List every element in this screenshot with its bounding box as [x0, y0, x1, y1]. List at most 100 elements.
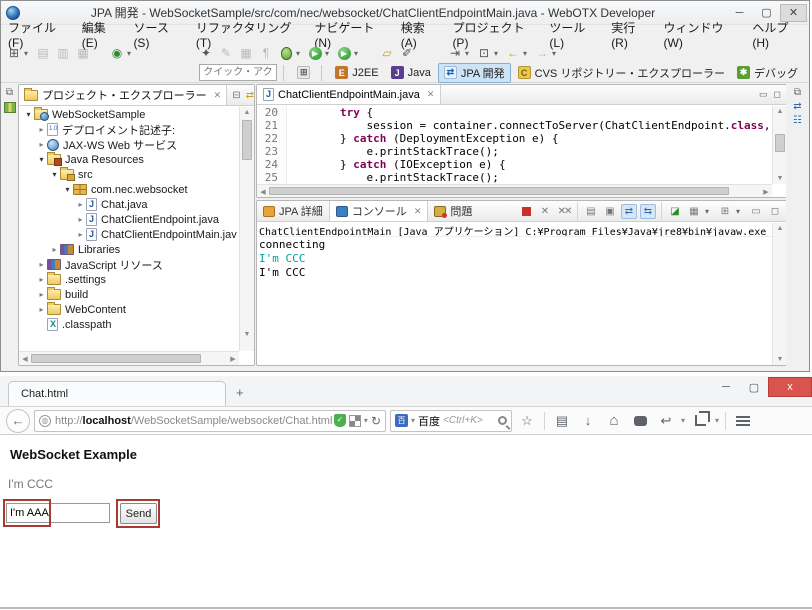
perspective-J2EE[interactable]: EJ2EE: [330, 65, 383, 80]
security-shield-icon[interactable]: ✓: [334, 414, 346, 427]
screenshot-crop-icon[interactable]: [689, 410, 711, 432]
forward-history-icon[interactable]: →: [533, 45, 551, 62]
browser-maximize-button[interactable]: ▢: [740, 377, 768, 397]
clear-console-icon[interactable]: ▤: [583, 204, 599, 219]
console-tab-問題[interactable]: 問題: [428, 201, 478, 221]
tree-twistie-icon[interactable]: ▸: [36, 125, 47, 134]
close-console-tab-icon[interactable]: ✕: [414, 206, 422, 217]
run-launch-icon[interactable]: ▶: [306, 45, 324, 62]
tree-twistie-icon[interactable]: ▾: [49, 170, 60, 179]
open-folder-icon[interactable]: ▱: [378, 45, 396, 62]
open-perspective-button[interactable]: ⊞: [292, 65, 315, 80]
tree-twistie-icon[interactable]: ▾: [23, 110, 34, 119]
chat-message-input[interactable]: [6, 503, 110, 523]
menu-hamburger-icon[interactable]: [732, 410, 754, 432]
save-all-icon[interactable]: ▥: [54, 45, 72, 62]
tree-item[interactable]: ▸.settings: [19, 272, 239, 287]
downloads-icon[interactable]: ↓: [577, 410, 599, 432]
qr-code-icon[interactable]: [349, 415, 361, 427]
new-wizard-caret[interactable]: ▾: [24, 49, 33, 58]
run-external-caret[interactable]: ▾: [354, 49, 363, 58]
back-history-icon[interactable]: ←: [504, 45, 522, 62]
display-console-icon[interactable]: ▦: [686, 204, 702, 219]
url-dropdown-caret[interactable]: ▾: [364, 416, 368, 425]
tree-twistie-icon[interactable]: ▸: [75, 200, 86, 209]
close-explorer-icon[interactable]: ✕: [214, 90, 222, 101]
next-annotation-caret[interactable]: ▾: [494, 49, 503, 58]
run-launch-caret[interactable]: ▾: [325, 49, 334, 58]
tree-item[interactable]: ▾Java Resources: [19, 152, 239, 167]
search-icon[interactable]: [498, 416, 507, 425]
tree-twistie-icon[interactable]: ▸: [36, 275, 47, 284]
url-bar[interactable]: ◍ http://localhost/WebSocketSample/webso…: [34, 410, 386, 432]
undo-icon[interactable]: ↩: [655, 410, 677, 432]
crop-caret[interactable]: ▾: [715, 416, 719, 425]
explorer-hscrollbar[interactable]: ◀ ▶: [19, 351, 239, 365]
open-console-caret[interactable]: ▾: [736, 207, 745, 216]
perspective-デバッグ[interactable]: ✱デバッグ: [732, 64, 803, 82]
search-engine-caret[interactable]: ▾: [411, 416, 415, 425]
debug-launch-caret[interactable]: ▾: [296, 49, 305, 58]
tree-twistie-icon[interactable]: ▸: [36, 140, 47, 149]
terminate-icon[interactable]: [518, 204, 534, 219]
tab-project-explorer[interactable]: プロジェクト・エクスプローラー ✕: [19, 85, 227, 105]
perspective-JPA 開発[interactable]: ⇄JPA 開発: [438, 63, 511, 83]
home-icon[interactable]: ⌂: [603, 410, 625, 432]
word-wrap-icon[interactable]: ⇄: [621, 204, 637, 219]
perspective-CVS リポジトリー・エクスプローラー[interactable]: CCVS リポジトリー・エクスプローラー: [513, 64, 730, 82]
collapse-all-icon[interactable]: ⊟: [232, 90, 240, 101]
close-editor-tab-icon[interactable]: ✕: [427, 89, 435, 100]
show-whitespace-icon[interactable]: ▦: [237, 45, 255, 62]
show-console-on-output-icon[interactable]: ⇆: [640, 204, 656, 219]
code-area[interactable]: 20 try {21 session = container.connectTo…: [257, 106, 772, 184]
marker-pen-icon[interactable]: ✐: [398, 45, 416, 62]
send-button[interactable]: Send: [120, 503, 157, 524]
pilcrow-icon[interactable]: ¶: [257, 45, 275, 62]
browser-close-button[interactable]: x: [768, 377, 812, 397]
tree-twistie-icon[interactable]: ▸: [75, 230, 86, 239]
last-edit-location-icon[interactable]: ⇥: [446, 45, 464, 62]
console-vscrollbar[interactable]: ▲ ▼: [772, 223, 787, 365]
editor-hscrollbar[interactable]: ◀ ▶: [257, 184, 772, 197]
tree-item[interactable]: ▸JavaScript リソース: [19, 257, 239, 272]
forward-history-caret[interactable]: ▾: [552, 49, 561, 58]
open-console-icon[interactable]: ⊞: [717, 204, 733, 219]
editor-minimize-icon[interactable]: ▭: [759, 89, 768, 100]
tree-item[interactable]: ▸ChatClientEndpointMain.jav: [19, 227, 239, 242]
link-with-editor-icon[interactable]: ⇄: [246, 90, 254, 101]
minimized-view-icon[interactable]: [4, 102, 16, 113]
externalize-strings-icon[interactable]: ✦: [197, 45, 215, 62]
mark-occurrences-icon[interactable]: ✎: [217, 45, 235, 62]
tree-item[interactable]: .classpath: [19, 317, 239, 332]
remove-all-launches-icon[interactable]: ✕✕: [556, 204, 572, 219]
scroll-lock-icon[interactable]: ▣: [602, 204, 618, 219]
tree-item[interactable]: ▾com.nec.websocket: [19, 182, 239, 197]
tree-item[interactable]: ▾WebSocketSample: [19, 107, 239, 122]
tab-chatclientendpointmain[interactable]: ChatClientEndpointMain.java ✕: [257, 85, 441, 104]
pin-console-icon[interactable]: ◪: [667, 204, 683, 219]
run-external-icon[interactable]: ▶: [335, 45, 353, 62]
console-maximize-icon[interactable]: ◻: [767, 204, 783, 219]
restore-right-pane-icon[interactable]: ⧉: [786, 87, 809, 98]
tree-twistie-icon[interactable]: ▸: [75, 215, 86, 224]
new-wizard-icon[interactable]: ⊞: [5, 45, 23, 62]
tree-twistie-icon[interactable]: ▸: [36, 290, 47, 299]
webotx-tool-icon[interactable]: ◉: [108, 45, 126, 62]
tree-twistie-icon[interactable]: ▸: [49, 245, 60, 254]
webotx-tool-caret[interactable]: ▾: [127, 49, 136, 58]
perspective-Java[interactable]: JJava: [386, 65, 436, 80]
tree-twistie-icon[interactable]: ▸: [36, 305, 47, 314]
explorer-vscrollbar[interactable]: ▲ ▼: [239, 107, 254, 351]
tree-item[interactable]: ▸JAX-WS Web サービス: [19, 137, 239, 152]
tree-item[interactable]: ▸ChatClientEndpoint.java: [19, 212, 239, 227]
print-icon[interactable]: ▦: [74, 45, 92, 62]
back-history-caret[interactable]: ▾: [523, 49, 532, 58]
jpa-details-view-icon[interactable]: ☷: [786, 115, 809, 126]
last-edit-caret[interactable]: ▾: [465, 49, 474, 58]
tree-item[interactable]: ▾src: [19, 167, 239, 182]
browser-minimize-button[interactable]: ─: [712, 377, 740, 397]
undo-caret[interactable]: ▾: [681, 416, 685, 425]
editor-vscrollbar[interactable]: ▲ ▼: [772, 106, 787, 184]
quick-access-input[interactable]: [199, 64, 277, 81]
console-output[interactable]: connectingI'm CCCI'm CCC: [257, 238, 772, 365]
